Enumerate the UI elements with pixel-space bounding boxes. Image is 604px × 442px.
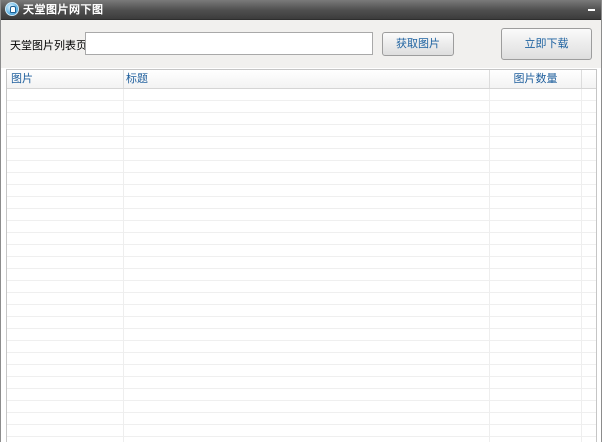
download-now-button[interactable]: 立即下载 bbox=[501, 28, 592, 60]
column-divider bbox=[489, 89, 490, 442]
column-header-title[interactable]: 标题 bbox=[124, 70, 490, 88]
column-header-image-count[interactable]: 图片数量 bbox=[490, 70, 582, 88]
minimize-icon[interactable] bbox=[586, 3, 597, 14]
column-header-picture[interactable]: 图片 bbox=[7, 70, 124, 88]
window-title: 天堂图片网下图 bbox=[23, 3, 104, 16]
toolbar: 天堂图片列表页： 获取图片 立即下载 bbox=[1, 20, 601, 68]
app-logo-icon bbox=[5, 2, 19, 16]
list-page-url-input[interactable] bbox=[85, 32, 373, 55]
table-body[interactable] bbox=[7, 89, 596, 442]
title-bar[interactable]: 天堂图片网下图 bbox=[1, 0, 601, 20]
table-header: 图片 标题 图片数量 bbox=[7, 70, 596, 89]
column-divider bbox=[581, 89, 582, 442]
column-divider bbox=[123, 89, 124, 442]
fetch-images-button[interactable]: 获取图片 bbox=[382, 32, 454, 56]
image-list-table[interactable]: 图片 标题 图片数量 bbox=[6, 69, 597, 442]
app-window: 天堂图片网下图 天堂图片列表页： 获取图片 立即下载 图片 标题 图片数量 bbox=[0, 0, 602, 442]
column-header-filler bbox=[582, 70, 596, 88]
